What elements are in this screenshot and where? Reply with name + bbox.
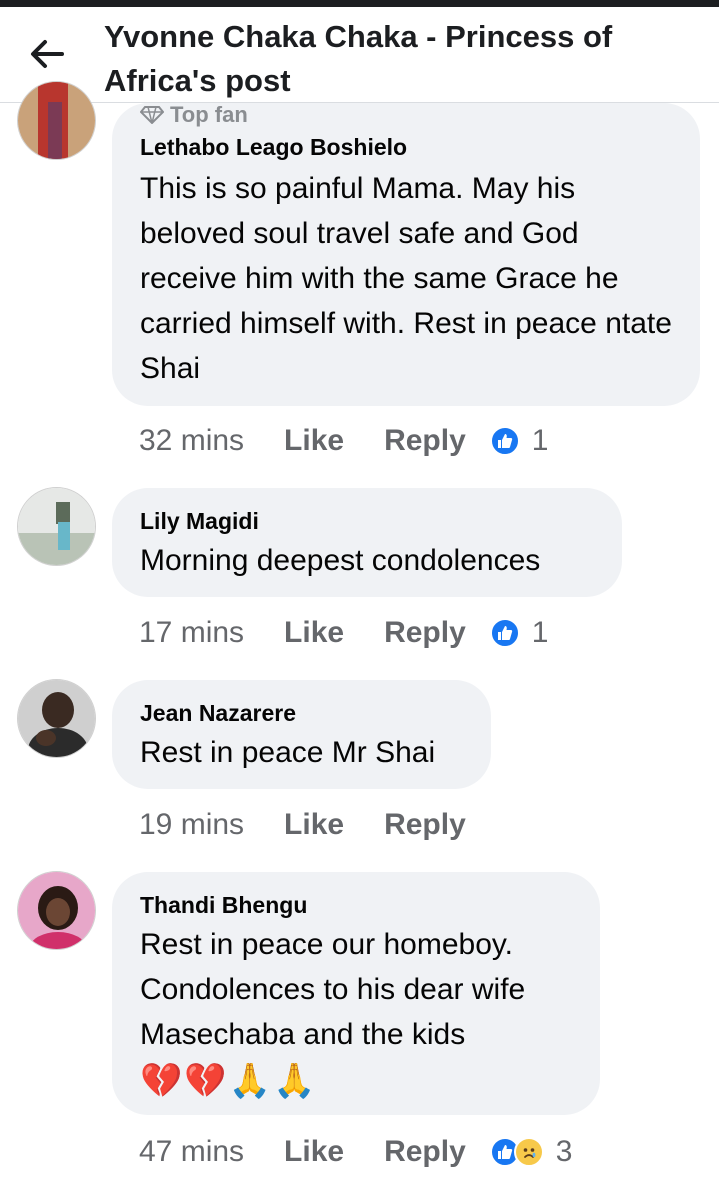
thumbs-up-icon [489, 426, 520, 456]
comment-actions: 19 mins Like Reply [139, 805, 506, 845]
comment-time[interactable]: 32 mins [139, 424, 244, 458]
reaction-summary[interactable]: 3 [489, 1135, 573, 1169]
comment-actions: 32 mins Like Reply 1 [139, 421, 548, 461]
sad-face-icon [513, 1137, 544, 1167]
praying-hands-icon: 🙏 [273, 1062, 316, 1100]
avatar[interactable] [17, 679, 96, 758]
reply-button[interactable]: Reply [384, 1135, 466, 1169]
comment-text: Rest in peace our homeboy. Condolences t… [140, 928, 526, 1051]
comment-author[interactable]: Jean Nazarere [140, 698, 463, 728]
top-fan-badge: Top fan [140, 101, 672, 129]
avatar[interactable] [17, 81, 96, 160]
broken-heart-icon: 💔 [184, 1062, 227, 1100]
comment-bubble: Jean Nazarere Rest in peace Mr Shai [112, 680, 491, 789]
reaction-count: 1 [531, 616, 549, 649]
comment-bubble: Thandi Bhengu Rest in peace our homeboy.… [112, 872, 600, 1115]
like-button[interactable]: Like [284, 616, 344, 650]
avatar[interactable] [17, 871, 96, 950]
reaction-summary[interactable]: 1 [489, 616, 549, 650]
thumbs-up-icon [489, 618, 520, 648]
comment-text: This is so painful Mama. May his beloved… [140, 172, 672, 385]
comment-author[interactable]: Lily Magidi [140, 506, 594, 536]
like-button[interactable]: Like [284, 1135, 344, 1169]
reply-button[interactable]: Reply [384, 616, 466, 650]
comment-bubble: Top fan Lethabo Leago Boshielo This is s… [112, 101, 700, 406]
avatar[interactable] [17, 487, 96, 566]
comment-author[interactable]: Lethabo Leago Boshielo [140, 132, 672, 162]
post-header: Yvonne Chaka Chaka - Princess of Africa'… [0, 7, 719, 103]
diamond-icon [140, 106, 164, 124]
like-button[interactable]: Like [284, 424, 344, 458]
comment-text: Rest in peace Mr Shai [140, 736, 436, 769]
top-fan-label: Top fan [170, 102, 248, 127]
reaction-summary[interactable]: 1 [489, 424, 549, 458]
comment-author[interactable]: Thandi Bhengu [140, 890, 572, 920]
reaction-count: 3 [555, 1135, 573, 1168]
praying-hands-icon: 🙏 [228, 1062, 272, 1100]
reaction-count: 1 [531, 424, 549, 457]
comment-actions: 47 mins Like Reply 3 [139, 1132, 572, 1172]
back-button[interactable] [26, 33, 68, 75]
comment-time[interactable]: 19 mins [139, 808, 244, 842]
broken-heart-icon: 💔 [140, 1062, 183, 1100]
status-bar-edge [0, 0, 719, 7]
comment-time[interactable]: 47 mins [139, 1135, 244, 1169]
page-title: Yvonne Chaka Chaka - Princess of Africa'… [104, 19, 613, 98]
like-button[interactable]: Like [284, 808, 344, 842]
comment-text: Morning deepest condolences [140, 544, 541, 577]
arrow-left-icon [31, 40, 64, 68]
emoji-row: 💔 💔 🙏 🙏 [140, 1057, 572, 1105]
comment-time[interactable]: 17 mins [139, 616, 244, 650]
reply-button[interactable]: Reply [384, 424, 466, 458]
comment-bubble: Lily Magidi Morning deepest condolences [112, 488, 622, 597]
reply-button[interactable]: Reply [384, 808, 466, 842]
comment-actions: 17 mins Like Reply 1 [139, 613, 548, 653]
